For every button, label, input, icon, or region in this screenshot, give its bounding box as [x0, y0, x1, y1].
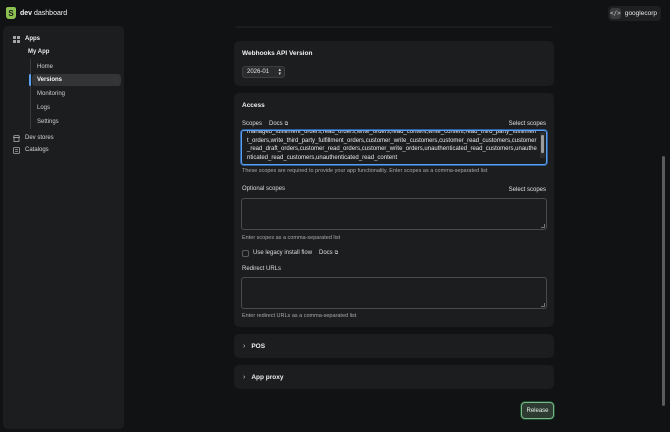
textarea-scrollbar[interactable] — [540, 132, 545, 158]
scopes-textarea[interactable]: managed_fulfillment_orders,read_orders,w… — [241, 130, 547, 165]
sidebar-item-catalogs[interactable]: Catalogs — [12, 146, 49, 154]
scopes-help-text: These scopes are required to provide you… — [242, 168, 488, 174]
select-arrows-icon: ▴ ▾ — [278, 67, 281, 77]
sidebar-item-label: Dev stores — [25, 135, 54, 141]
optional-select-scopes-link[interactable]: Select scopes — [509, 187, 546, 193]
redirect-urls-textarea[interactable] — [241, 277, 547, 309]
access-card: Access Scopes Docs ⧉ Select scopes manage… — [234, 93, 554, 327]
redirect-urls-label: Redirect URLs — [242, 266, 282, 272]
org-name: googlecorp — [624, 10, 657, 17]
select-scopes-link[interactable]: Select scopes — [509, 121, 546, 127]
main-content: Webhooks API Version 2026-01 ▴ ▾ Access S… — [127, 26, 667, 429]
sidebar-item-versions[interactable]: Versions — [29, 74, 121, 86]
scopes-label: Scopes — [242, 121, 263, 127]
sidebar-item-label: Apps — [25, 36, 40, 42]
app-window: S dev dashboard </> googlecorp Apps My A… — [0, 0, 670, 432]
app-proxy-section-title: App proxy — [251, 373, 284, 381]
legacy-install-label: Use legacy install flow — [253, 250, 313, 256]
api-version-select[interactable]: 2026-01 ▴ ▾ — [242, 66, 285, 78]
textarea-scroll-thumb[interactable] — [541, 135, 544, 153]
redirect-urls-help: Enter redirect URLs as a comma-separated… — [242, 313, 357, 319]
apps-grid-icon — [12, 35, 20, 43]
scopes-docs-link[interactable]: Docs ⧉ — [269, 121, 288, 127]
page-scrollbar[interactable] — [662, 156, 665, 406]
sidebar-item-monitoring[interactable]: Monitoring — [32, 88, 121, 100]
release-button[interactable]: Release — [521, 402, 554, 419]
chevron-right-icon: › — [243, 342, 246, 350]
submenu-line — [30, 59, 31, 129]
brand[interactable]: S dev dashboard — [6, 7, 67, 19]
sidebar-item-dev-stores[interactable]: Dev stores — [12, 134, 54, 142]
sidebar-item-label: Catalogs — [25, 147, 49, 153]
api-version-value: 2026-01 — [247, 69, 270, 75]
pos-section-title: POS — [251, 342, 266, 350]
legacy-docs-link[interactable]: Docs ⧉ — [319, 250, 338, 256]
store-icon — [12, 134, 20, 142]
webhooks-title: Webhooks API Version — [242, 50, 313, 57]
app-proxy-section-toggle[interactable]: › App proxy — [234, 365, 554, 389]
org-switcher[interactable]: </> googlecorp — [607, 6, 661, 21]
sidebar-item-apps[interactable]: Apps — [12, 35, 40, 43]
external-link-icon: ⧉ — [334, 250, 339, 256]
legacy-install-checkbox[interactable] — [242, 250, 249, 257]
pos-section-toggle[interactable]: › POS — [234, 334, 554, 358]
shopify-logo-icon: S — [6, 7, 16, 19]
optional-scopes-label: Optional scopes — [242, 186, 286, 192]
top-bar: S dev dashboard </> googlecorp — [0, 0, 670, 26]
optional-scopes-help: Enter scopes as a comma-separated list — [242, 235, 341, 241]
sidebar-item-home[interactable]: Home — [32, 61, 121, 73]
sidebar-item-logs[interactable]: Logs — [32, 102, 121, 114]
catalog-icon — [12, 146, 20, 154]
access-title: Access — [242, 102, 265, 109]
scopes-textarea-value: managed_fulfillment_orders,read_orders,w… — [247, 130, 537, 161]
brand-title: dev dashboard — [20, 9, 68, 17]
external-link-icon: ⧉ — [284, 121, 289, 127]
sidebar-item-settings[interactable]: Settings — [32, 116, 121, 128]
optional-scopes-textarea[interactable] — [241, 198, 547, 230]
sidebar: Apps My App Home Versions Monitoring Log… — [3, 26, 124, 429]
resize-handle-icon[interactable] — [541, 224, 545, 228]
previous-card — [234, 26, 554, 28]
sidebar-item-my-app[interactable]: My App — [28, 49, 49, 55]
chevron-right-icon: › — [243, 373, 246, 381]
resize-handle-icon[interactable] — [541, 303, 545, 307]
code-icon: </> — [609, 8, 621, 19]
webhooks-card: Webhooks API Version 2026-01 ▴ ▾ — [234, 41, 554, 86]
